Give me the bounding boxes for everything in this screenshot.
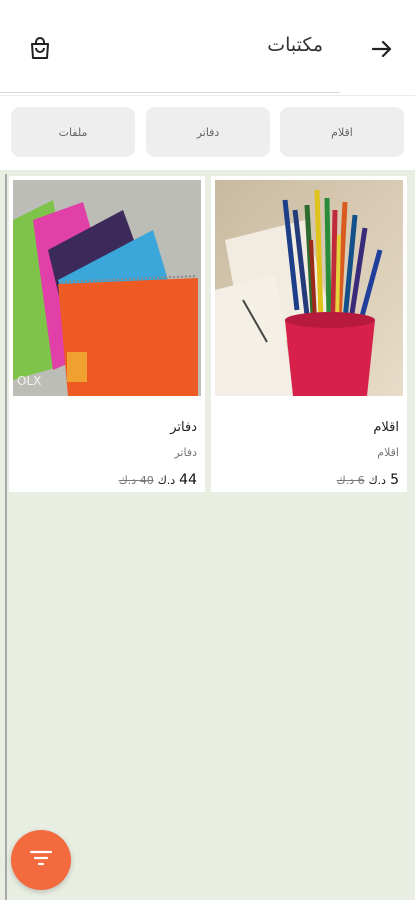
page-title: مكتبات — [267, 34, 323, 56]
app-root: مكتبات اقلام دفاتر ملفات اقلام اقلام 5 د… — [0, 0, 415, 900]
product-card-notebooks[interactable]: OLX دفاتر دفاتر 44 د.ك 40 د.ك — [9, 176, 205, 492]
scroll-indicator — [5, 174, 7, 900]
product-image-notebooks: OLX — [13, 180, 201, 396]
product-image-pencils — [215, 180, 403, 396]
filter-icon — [29, 848, 53, 872]
product-price: 44 د.ك 40 د.ك — [119, 472, 197, 488]
product-name: دفاتر — [170, 420, 197, 435]
product-name: اقلام — [373, 420, 399, 435]
price-currency: د.ك — [157, 474, 176, 487]
category-chip-notebooks[interactable]: دفاتر — [146, 107, 270, 157]
price-old: 40 د.ك — [118, 474, 154, 487]
header-divider — [0, 92, 340, 93]
shopping-bag-icon[interactable] — [26, 34, 54, 62]
header-divider-full — [0, 95, 415, 96]
filter-button[interactable] — [11, 830, 71, 890]
category-chip-label: دفاتر — [196, 125, 220, 139]
price-currency: د.ك — [368, 474, 387, 487]
product-subtitle: دفاتر — [174, 446, 197, 459]
product-subtitle: اقلام — [377, 446, 399, 459]
product-grid: اقلام اقلام 5 د.ك 6 د.ك OLX دفاتر دفاتر … — [0, 170, 415, 900]
category-chip-label: ملفات — [58, 125, 88, 139]
price-current: 44 — [179, 472, 197, 488]
category-chip-pens[interactable]: اقلام — [280, 107, 404, 157]
price-old: 6 د.ك — [336, 474, 365, 487]
category-chips: اقلام دفاتر ملفات — [0, 107, 415, 157]
product-price: 5 د.ك 6 د.ك — [337, 472, 399, 488]
arrow-right-icon[interactable] — [369, 36, 395, 62]
category-chip-label: اقلام — [331, 125, 353, 139]
price-current: 5 — [390, 472, 399, 488]
category-chip-files[interactable]: ملفات — [11, 107, 135, 157]
svg-text:OLX: OLX — [17, 374, 41, 388]
app-header: مكتبات — [0, 0, 415, 96]
product-card-pens[interactable]: اقلام اقلام 5 د.ك 6 د.ك — [211, 176, 407, 492]
